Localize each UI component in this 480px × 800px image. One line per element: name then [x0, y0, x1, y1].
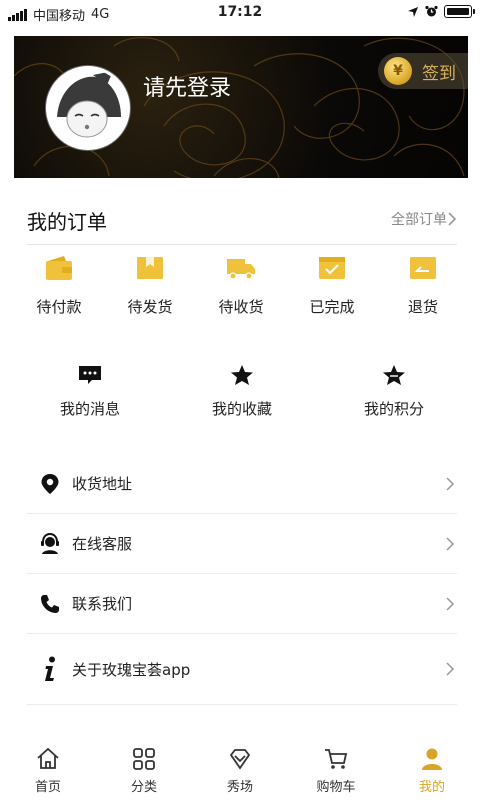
- chevron-right-icon: [446, 596, 455, 611]
- my-points[interactable]: 我的积分: [331, 364, 457, 424]
- tab-showroom[interactable]: 秀场: [200, 742, 280, 800]
- alarm-icon: [425, 5, 438, 17]
- order-status-row: 待付款 待发货 待收货 已完成 退货: [14, 254, 468, 324]
- tab-label: 分类: [130, 780, 157, 795]
- battery-icon: [444, 5, 475, 18]
- tab-category[interactable]: 分类: [104, 742, 184, 800]
- return-icon: [410, 257, 436, 279]
- orders-section-header: 我的订单 全部订单: [27, 200, 457, 245]
- all-orders-label: 全部订单: [391, 212, 447, 228]
- tab-label: 首页: [34, 780, 61, 795]
- order-returns[interactable]: 退货: [378, 254, 468, 324]
- chevron-right-icon: [446, 476, 455, 491]
- sign-in-label: 签到: [422, 63, 456, 84]
- chevron-right-icon: [448, 212, 457, 226]
- menu-about-app[interactable]: 关于玫瑰宝荟app: [27, 634, 457, 705]
- avatar[interactable]: [46, 66, 130, 150]
- diamond-icon: [229, 749, 251, 770]
- location-pin-icon: [41, 473, 59, 494]
- menu-label: 关于玫瑰宝荟app: [72, 660, 191, 679]
- bottom-tab-bar: 首页 分类 秀场 购物车 我的: [0, 742, 480, 800]
- order-label: 待收货: [218, 298, 264, 316]
- feature-label: 我的消息: [59, 400, 120, 418]
- menu-label: 收货地址: [72, 475, 133, 493]
- all-orders-link[interactable]: 全部订单: [391, 209, 457, 229]
- tab-mine[interactable]: 我的: [392, 742, 472, 800]
- cart-icon: [325, 749, 348, 769]
- location-arrow-icon: [408, 6, 418, 17]
- person-icon: [422, 748, 442, 770]
- star-icon: [231, 365, 253, 385]
- orders-title: 我的订单: [27, 210, 107, 234]
- order-pending-receipt[interactable]: 待收货: [196, 254, 286, 324]
- my-favorites[interactable]: 我的收藏: [179, 364, 305, 424]
- feature-label: 我的收藏: [211, 400, 272, 418]
- info-icon: [45, 656, 55, 681]
- phone-icon: [41, 594, 59, 613]
- menu-online-service[interactable]: 在线客服: [27, 514, 457, 574]
- points-star-icon: [383, 365, 405, 385]
- message-icon: [79, 366, 101, 384]
- chevron-right-icon: [446, 536, 455, 551]
- order-completed[interactable]: 已完成: [287, 254, 377, 324]
- home-icon: [37, 747, 59, 769]
- truck-icon: [227, 259, 255, 280]
- order-label: 待发货: [127, 298, 173, 316]
- menu-label: 在线客服: [72, 535, 133, 553]
- feature-label: 我的积分: [363, 400, 424, 418]
- customer-service-icon: [41, 532, 59, 554]
- status-bar: 中国移动 4G 17:12: [0, 0, 480, 26]
- coin-icon: ¥: [384, 57, 412, 85]
- category-grid-icon: [133, 748, 155, 770]
- order-label: 已完成: [309, 298, 355, 316]
- tab-label: 秀场: [226, 780, 253, 795]
- check-box-icon: [319, 257, 345, 279]
- sign-in-button[interactable]: ¥ 签到: [378, 53, 468, 89]
- features-row: 我的消息 我的收藏 我的积分: [27, 364, 457, 424]
- order-label: 待付款: [36, 298, 82, 316]
- menu-label: 联系我们: [72, 595, 133, 613]
- chevron-right-icon: [446, 662, 455, 676]
- tab-label: 购物车: [316, 780, 356, 795]
- order-label: 退货: [407, 298, 438, 316]
- menu-contact-us[interactable]: 联系我们: [27, 574, 457, 634]
- my-messages[interactable]: 我的消息: [27, 364, 153, 424]
- menu-shipping-address[interactable]: 收货地址: [27, 454, 457, 514]
- package-icon: [137, 257, 163, 279]
- settings-menu: 收货地址 在线客服 联系我们 关于玫瑰宝荟app: [27, 454, 457, 705]
- order-pending-shipment[interactable]: 待发货: [105, 254, 195, 324]
- wallet-icon: [46, 256, 72, 280]
- avatar-cartoon-icon: [49, 69, 127, 147]
- login-prompt[interactable]: 请先登录: [143, 70, 231, 102]
- tab-home[interactable]: 首页: [8, 742, 88, 800]
- order-pending-payment[interactable]: 待付款: [14, 254, 104, 324]
- profile-header: 请先登录 ¥ 签到: [14, 36, 468, 178]
- tab-label: 我的: [418, 780, 445, 795]
- tab-cart[interactable]: 购物车: [296, 742, 376, 800]
